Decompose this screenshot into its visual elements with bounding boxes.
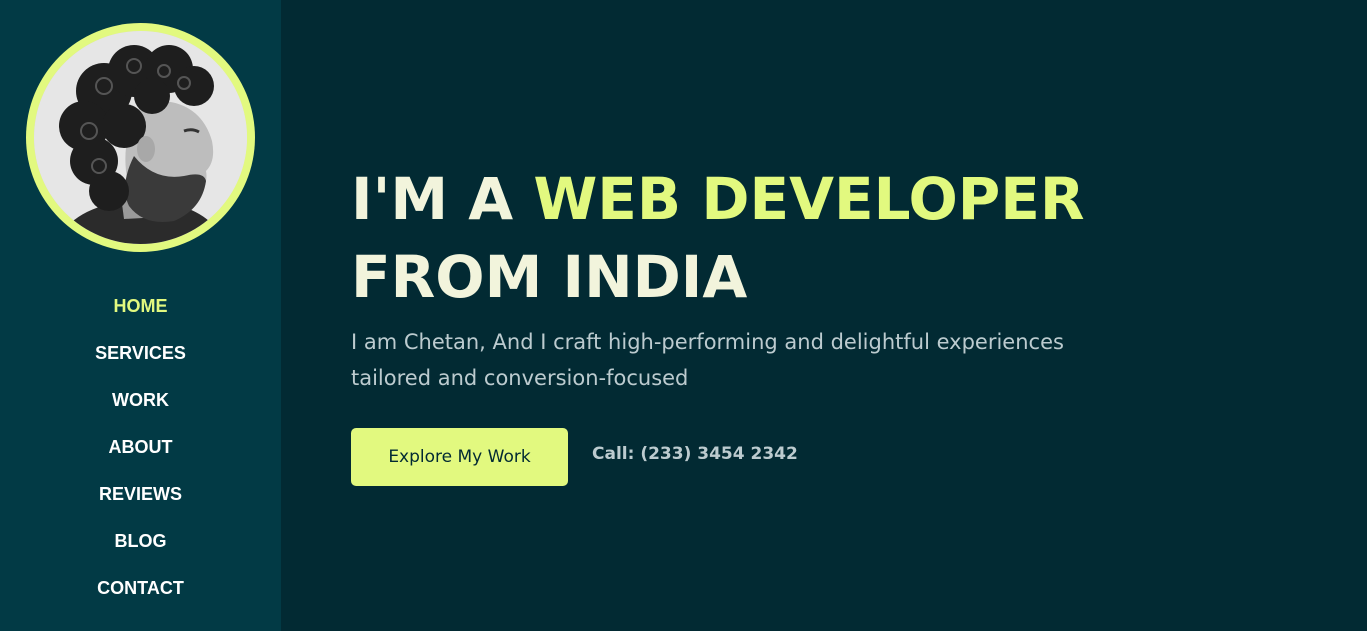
avatar [34,31,247,244]
main-nav: HOME SERVICES WORK ABOUT REVIEWS BLOG CO… [0,296,281,625]
nav-link-services[interactable]: SERVICES [95,343,186,364]
sidebar: HOME SERVICES WORK ABOUT REVIEWS BLOG CO… [0,0,281,631]
page: HOME SERVICES WORK ABOUT REVIEWS BLOG CO… [0,0,1367,631]
call-phone-text[interactable]: Call: (233) 3454 2342 [592,444,798,464]
nav-item-blog: BLOG [0,531,281,578]
nav-item-work: WORK [0,390,281,437]
nav-link-about[interactable]: ABOUT [109,437,173,458]
hero-title-suffix: FROM INDIA [351,243,748,311]
nav-link-reviews[interactable]: REVIEWS [99,484,182,505]
hero-description: I am Chetan, And I craft high-performing… [351,330,1064,390]
hero-title-accent: WEB DEVELOPER [533,165,1085,233]
main-content: I'M A WEB DEVELOPER FROM INDIA I am Cheta… [281,0,1367,631]
nav-link-home[interactable]: HOME [114,296,168,317]
hero-actions: Explore My Work Call: (233) 3454 2342 [351,428,1251,486]
explore-work-button[interactable]: Explore My Work [351,428,568,486]
hero-title: I'M A WEB DEVELOPER FROM INDIA [351,160,1251,316]
hero-section: I'M A WEB DEVELOPER FROM INDIA I am Cheta… [351,160,1251,486]
nav-link-work[interactable]: WORK [112,390,169,411]
nav-item-contact: CONTACT [0,578,281,625]
nav-link-contact[interactable]: CONTACT [97,578,184,599]
hero-title-prefix: I'M A [351,165,534,233]
nav-item-reviews: REVIEWS [0,484,281,531]
nav-item-services: SERVICES [0,343,281,390]
avatar-portrait-image [34,31,247,244]
nav-link-blog[interactable]: BLOG [115,531,167,552]
nav-item-home: HOME [0,296,281,343]
nav-item-about: ABOUT [0,437,281,484]
avatar-ring [26,23,255,252]
